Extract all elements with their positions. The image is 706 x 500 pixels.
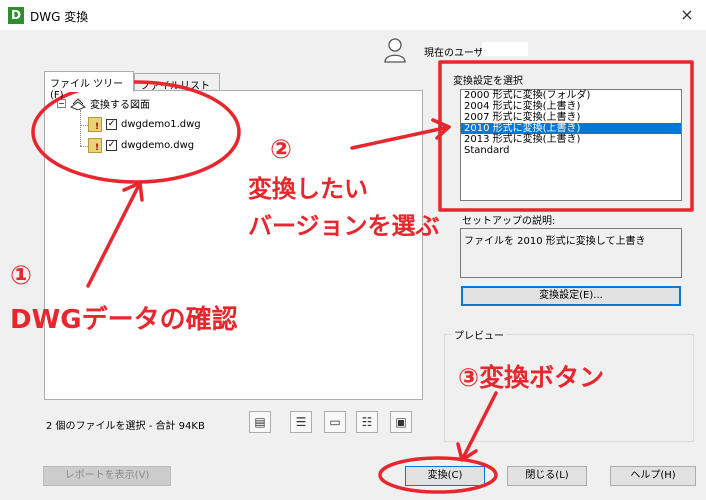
setup-description: ファイルを 2010 形式に変換して上書き [460,228,682,278]
file-tree-panel[interactable] [44,90,423,400]
convert-button[interactable]: 変換(C) [405,466,485,486]
current-user-value [482,42,528,56]
tree-root[interactable]: − 変換する図面 [57,96,150,111]
new-list-icon[interactable]: ☰ [290,411,312,433]
drawing-set-icon [70,97,86,110]
tree-file-item[interactable]: ✓ dwgdemo1.dwg [88,117,201,132]
tree-connector [80,146,88,147]
setup-item[interactable]: 2007 形式に変換(上書き) [461,112,681,123]
tab-file-tree[interactable]: ファイル ツリー(F) [44,71,134,101]
help-button[interactable]: ヘルプ(H) [610,466,696,486]
annotation-step2-number: ② [270,135,293,165]
setup-item[interactable]: 2000 形式に変換(フォルダ) [461,90,681,101]
conversion-setups-list[interactable]: 2000 形式に変換(フォルダ) 2004 形式に変換(上書き) 2007 形式… [460,89,682,201]
open-list-icon[interactable]: ▭ [324,411,346,433]
save-list-icon[interactable]: ▣ [390,411,412,433]
setup-item[interactable]: Standard [461,145,681,156]
tree-connector [80,125,88,126]
app-icon: D [8,7,24,24]
conversion-setups-button[interactable]: 変換設定(E)... [461,286,681,306]
dwg-file-warning-icon [88,117,102,132]
arrowhead [456,442,478,462]
annotation-step1-text: DWGデータの確認 [10,305,238,335]
description-label: セットアップの説明: [462,216,556,227]
annotation-step3-text: ③変換ボタン [458,363,605,392]
view-report-button[interactable]: レポートを表示(V) [43,466,171,486]
annotation-step1-number: ① [10,261,33,291]
setup-item[interactable]: 2004 形式に変換(上書き) [461,101,681,112]
file-name: dwgdemo1.dwg [121,119,201,130]
annotation-step2-line1: 変換したい [248,175,368,203]
selection-summary: 2 個のファイルを選択 - 合計 94KB [46,421,205,432]
tree-file-item[interactable]: ✓ dwgdemo.dwg [88,138,194,153]
tree-connector [80,110,81,146]
add-file-icon[interactable]: ▤ [249,411,271,433]
preview-label: プレビュー [452,327,506,342]
file-checkbox[interactable]: ✓ [106,119,117,130]
window-title: DWG 変換 [30,10,89,24]
title-bar [0,0,706,30]
file-name: dwgdemo.dwg [121,140,195,151]
settings-group-label: 変換設定を選択 [453,76,523,87]
close-icon[interactable]: × [676,5,698,25]
user-icon [384,38,406,63]
close-button[interactable]: 閉じる(L) [507,466,587,486]
arrowhead [431,118,451,140]
file-checkbox[interactable]: ✓ [106,140,117,151]
tree-root-label: 変換する図面 [90,100,150,111]
dwg-file-warning-icon [88,138,102,153]
setup-item-selected[interactable]: 2010 形式に変換(上書き) [461,123,681,134]
setup-item[interactable]: 2013 形式に変換(上書き) [461,134,681,145]
append-list-icon[interactable]: ☷ [356,411,378,433]
current-user-label: 現在のユーザ: [424,48,488,59]
annotation-step2-line2: バージョンを選ぶ [248,212,440,240]
